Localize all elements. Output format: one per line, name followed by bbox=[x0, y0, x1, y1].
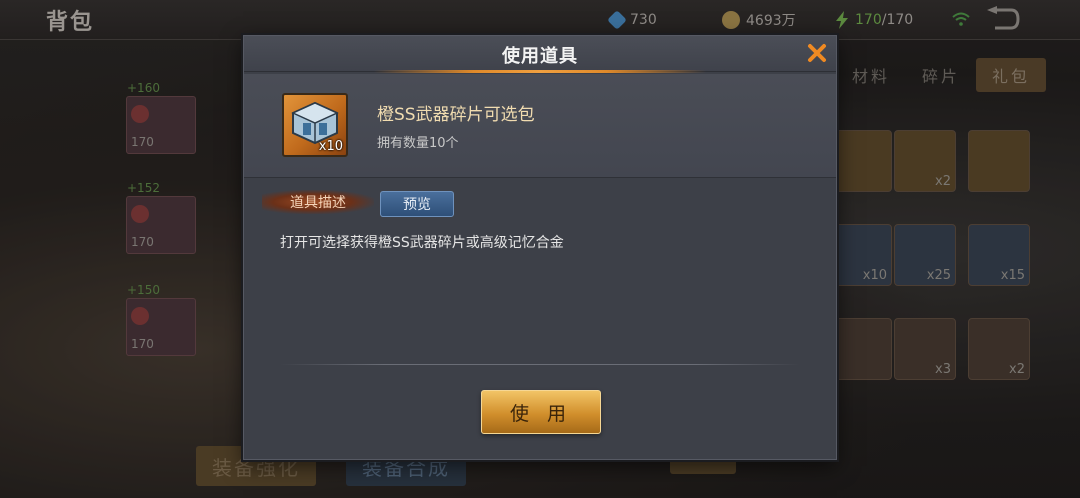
category-tabs: 材料 碎片 礼包 bbox=[836, 58, 1046, 92]
inventory-slot[interactable]: x25 bbox=[894, 224, 956, 286]
energy-max: /170 bbox=[881, 12, 914, 28]
energy-current: 170 bbox=[855, 12, 882, 28]
dialog-header: 使用道具 bbox=[244, 36, 836, 73]
item-name: 橙SS武器碎片可选包 bbox=[377, 105, 535, 125]
inventory-slot[interactable] bbox=[830, 318, 892, 380]
inventory-slot[interactable]: x15 bbox=[968, 224, 1030, 286]
energy-resource[interactable]: 170/170 bbox=[835, 9, 913, 31]
use-item-dialog: 使用道具 x10 橙SS武器碎片可选包 拥有数量10个 道具描述 预览 打开可选… bbox=[243, 35, 837, 460]
rank-badge-icon bbox=[131, 205, 149, 223]
diamond-count: 730 bbox=[630, 12, 657, 28]
inventory-slot[interactable] bbox=[968, 130, 1030, 192]
rank-badge-icon bbox=[131, 307, 149, 325]
item-quantity-badge: x10 bbox=[318, 139, 343, 154]
inventory-slot[interactable]: x3 bbox=[894, 318, 956, 380]
tab-fragments[interactable]: 碎片 bbox=[906, 58, 976, 92]
preview-button[interactable]: 预览 bbox=[380, 191, 454, 217]
diamond-resource[interactable]: 730 bbox=[607, 9, 657, 31]
dialog-title: 使用道具 bbox=[502, 46, 578, 67]
divider bbox=[280, 364, 800, 365]
back-icon[interactable] bbox=[985, 6, 1021, 32]
weapon-fragment-pack-icon: x10 bbox=[282, 93, 348, 157]
equipment-card[interactable]: +150 170 bbox=[126, 283, 196, 356]
gold-count: 4693万 bbox=[746, 13, 796, 29]
item-info: x10 橙SS武器碎片可选包 拥有数量10个 bbox=[244, 74, 836, 178]
diamond-icon bbox=[607, 10, 627, 30]
coin-icon bbox=[722, 11, 740, 29]
equipment-card[interactable]: +152 170 bbox=[126, 181, 196, 254]
tab-gift-packs[interactable]: 礼包 bbox=[976, 58, 1046, 92]
equipment-card[interactable]: +160 170 bbox=[126, 81, 196, 154]
item-description-label: 道具描述 bbox=[262, 190, 374, 214]
close-icon[interactable] bbox=[806, 42, 828, 64]
inventory-slot[interactable]: x2 bbox=[894, 130, 956, 192]
inventory-slot[interactable]: x2 bbox=[968, 318, 1030, 380]
top-bar: 背包 730 4693万 170/170 bbox=[0, 0, 1080, 40]
wifi-icon bbox=[952, 12, 970, 26]
page-title: 背包 bbox=[46, 10, 95, 35]
item-owned-count: 拥有数量10个 bbox=[377, 136, 459, 151]
item-description-text: 打开可选择获得橙SS武器碎片或高级记忆合金 bbox=[280, 235, 564, 251]
inventory-slot[interactable] bbox=[830, 130, 892, 192]
gold-resource[interactable]: 4693万 bbox=[722, 9, 796, 31]
tab-materials[interactable]: 材料 bbox=[836, 58, 906, 92]
lightning-icon bbox=[835, 11, 849, 29]
rank-badge-icon bbox=[131, 105, 149, 123]
use-button[interactable]: 使 用 bbox=[481, 390, 601, 434]
inventory-slot[interactable]: x10 bbox=[830, 224, 892, 286]
